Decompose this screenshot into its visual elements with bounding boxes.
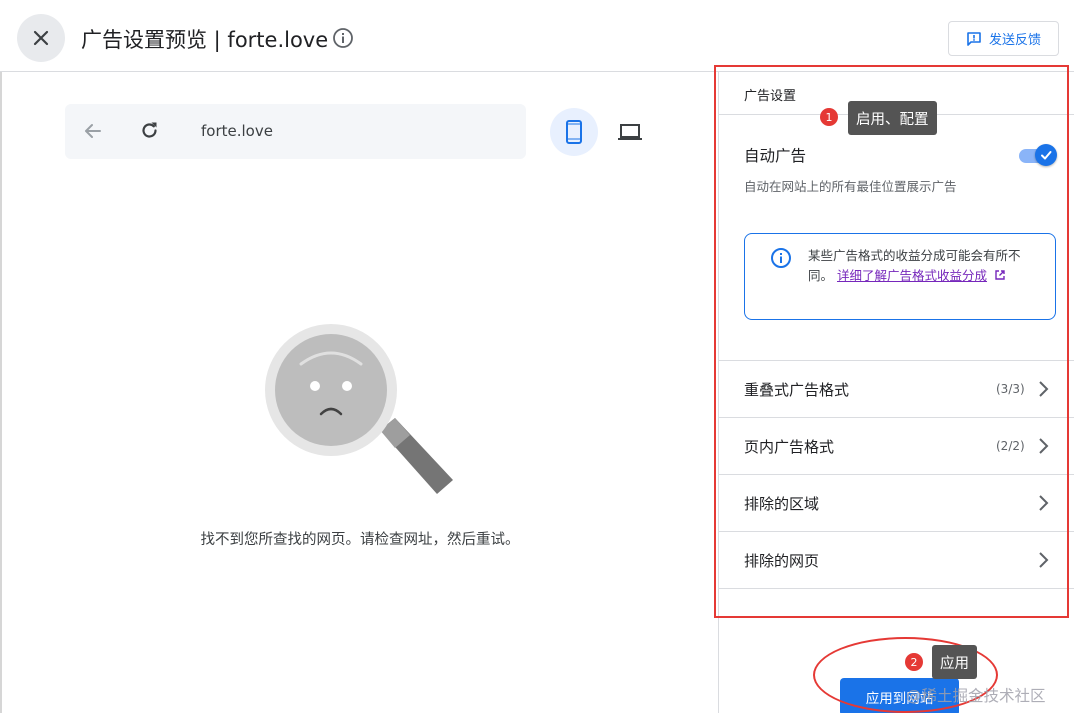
send-feedback-button[interactable]: 发送反馈 — [948, 21, 1059, 56]
check-icon — [1041, 151, 1052, 160]
panel-heading: 广告设置 — [744, 89, 797, 104]
info-icon[interactable] — [332, 27, 354, 49]
annotation-badge-2: 2 — [905, 653, 923, 671]
divider — [719, 588, 1074, 589]
close-button[interactable] — [17, 14, 65, 62]
row-count: (2/2) — [996, 439, 1025, 453]
magnifier-handle — [380, 418, 453, 494]
row-label: 页内广告格式 — [744, 438, 835, 456]
toggle-knob — [1035, 144, 1057, 166]
annotation-tooltip-1: 启用、配置 — [848, 101, 937, 135]
close-icon — [33, 30, 49, 46]
chevron-right-icon — [1039, 552, 1049, 568]
not-found-message: 找不到您所查找的网页。请检查网址，然后重试。 — [200, 532, 520, 548]
auto-ads-toggle[interactable] — [1019, 144, 1057, 166]
page-not-found-illustration — [265, 324, 453, 494]
row-label: 排除的区域 — [744, 495, 820, 513]
learn-more-link-text: 详细了解广告格式收益分成 — [837, 268, 988, 283]
window-edge — [0, 72, 2, 713]
excluded-pages-row[interactable]: 排除的网页 — [719, 532, 1074, 589]
page-title: 广告设置预览 | forte.love — [81, 28, 329, 52]
desktop-view-button[interactable] — [606, 108, 654, 156]
open-in-new-icon — [995, 270, 1005, 280]
info-icon — [771, 248, 791, 268]
preview-url-bar: forte.love — [65, 104, 526, 159]
laptop-icon — [618, 124, 642, 140]
excluded-areas-row[interactable]: 排除的区域 — [719, 475, 1074, 532]
refresh-icon[interactable] — [139, 120, 160, 141]
auto-ads-description: 自动在网站上的所有最佳位置展示广告 — [744, 179, 957, 194]
smartphone-icon — [566, 120, 582, 144]
learn-more-link[interactable]: 详细了解广告格式收益分成 — [837, 268, 987, 283]
chevron-right-icon — [1039, 495, 1049, 511]
row-count: (3/3) — [996, 382, 1025, 396]
row-label: 重叠式广告格式 — [744, 381, 850, 399]
revenue-share-info-box: 某些广告格式的收益分成可能会有所不同。 详细了解广告格式收益分成 — [744, 233, 1056, 320]
send-feedback-label: 发送反馈 — [988, 33, 1041, 48]
mobile-view-button[interactable] — [550, 108, 598, 156]
feedback-icon — [967, 31, 981, 46]
overlay-ad-formats-row[interactable]: 重叠式广告格式 (3/3) — [719, 361, 1074, 418]
annotation-badge-1: 1 — [820, 108, 838, 126]
annotation-tooltip-2: 应用 — [932, 645, 977, 679]
chevron-right-icon — [1039, 438, 1049, 454]
header-bar: 广告设置预览 | forte.love 发送反馈 — [0, 0, 1074, 72]
preview-url: forte.love — [201, 122, 273, 140]
arrow-back-icon[interactable] — [83, 121, 103, 141]
info-box-text: 某些广告格式的收益分成可能会有所不同。 详细了解广告格式收益分成 — [808, 246, 1033, 286]
auto-ads-label: 自动广告 — [744, 147, 807, 165]
row-label: 排除的网页 — [744, 552, 820, 570]
chevron-right-icon — [1039, 381, 1049, 397]
in-page-ad-formats-row[interactable]: 页内广告格式 (2/2) — [719, 418, 1074, 475]
ad-settings-panel: 广告设置 自动广告 自动在网站上的所有最佳位置展示广告 某些广告格式的收益分成可… — [718, 72, 1074, 713]
watermark: @稀土掘金技术社区 — [906, 687, 1046, 705]
